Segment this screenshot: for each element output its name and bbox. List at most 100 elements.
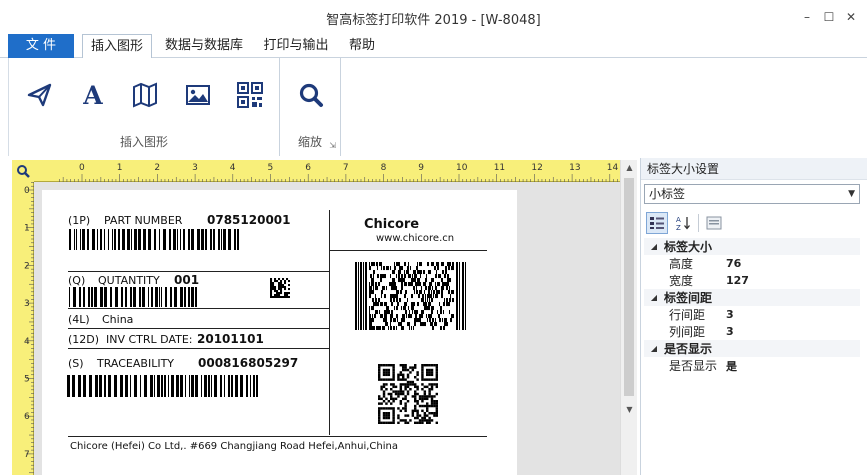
text-icon[interactable]: A <box>76 80 110 110</box>
trace-barcode[interactable] <box>67 375 259 397</box>
ruler-tick-label: 2 <box>24 261 30 271</box>
category-display-name: 是否显示 <box>664 342 713 356</box>
qty-barcode[interactable] <box>69 287 199 307</box>
ruler-tick-label: 9 <box>418 163 424 173</box>
ruler-tick-label: 4 <box>230 163 236 173</box>
property-row[interactable]: 是否显示是 <box>644 357 860 374</box>
zoom-corner-icon[interactable] <box>12 160 34 182</box>
insert-graphics-group: A 插入图形 <box>9 58 280 156</box>
property-row[interactable]: 高度 76 <box>644 255 860 272</box>
collapse-triangle-icon[interactable]: ◢ <box>644 242 664 251</box>
ruler-tick-label: 3 <box>24 299 30 309</box>
categorized-view-icon[interactable] <box>646 212 668 234</box>
ruler-tick-label: 1 <box>24 224 30 234</box>
image-icon[interactable] <box>181 80 215 110</box>
company-url: www.chicore.cn <box>376 233 455 244</box>
ruler-tick-label: 13 <box>569 163 580 173</box>
ruler-tick-label: 7 <box>24 450 30 460</box>
insert-graphics-group-label: 插入图形 <box>119 135 168 149</box>
ruler-tick-label: 4 <box>24 337 30 347</box>
minimize-button[interactable]: – <box>799 10 815 24</box>
ruler-tick-label: 1 <box>117 163 123 173</box>
pn-barcode[interactable] <box>69 229 241 250</box>
window-controls: – ☐ ✕ <box>799 10 859 24</box>
qrcode-icon[interactable] <box>233 80 267 110</box>
ruler-tick-label: 3 <box>192 163 198 173</box>
file-tab[interactable]: 文 件 <box>8 34 74 58</box>
divider-company <box>329 250 487 251</box>
scroll-down-icon[interactable]: ▼ <box>621 402 638 418</box>
divider-vertical <box>329 210 330 435</box>
pn-prefix: (1P) <box>68 214 91 227</box>
send-icon[interactable] <box>23 80 57 110</box>
svg-text:A: A <box>82 82 103 108</box>
divider-row3 <box>68 328 329 329</box>
category-label-size[interactable]: ◢ 标签大小 <box>644 238 860 255</box>
origin-prefix: (4L) <box>68 313 90 326</box>
ruler-tick-label: 8 <box>381 163 387 173</box>
tab-help[interactable]: 帮助 <box>342 34 382 58</box>
tab-insert-graphics[interactable]: 插入图形 <box>82 34 152 59</box>
ruler-tick-label: 11 <box>494 163 505 173</box>
ruler-tick-label: 6 <box>305 163 311 173</box>
collapse-triangle-icon[interactable]: ◢ <box>644 293 664 302</box>
property-value[interactable]: 是 <box>721 358 860 374</box>
ruler-tick-label: 5 <box>268 163 274 173</box>
label-footer: Chicore (Hefei) Co Ltd,. #669 Changjiang… <box>70 441 398 452</box>
origin-value: China <box>102 313 134 326</box>
title-bar: 智高标签打印软件 2019 - [W-8048] – ☐ ✕ <box>0 0 867 34</box>
property-row[interactable]: 行间距 3 <box>644 306 860 323</box>
window-title: 智高标签打印软件 2019 - [W-8048] <box>326 13 541 28</box>
panel-title: 标签大小设置 <box>641 158 867 180</box>
property-row[interactable]: 宽度 127 <box>644 272 860 289</box>
category-display[interactable]: ◢ 是否显示 <box>644 340 860 357</box>
divider-row2 <box>68 308 329 309</box>
qty-prefix: (Q) <box>68 274 86 287</box>
qty-label: QUTANTITY <box>98 274 160 287</box>
label-size-select[interactable]: 小标签 ▼ <box>644 184 860 204</box>
qr-code[interactable] <box>378 364 438 424</box>
property-key: 高度 <box>669 257 694 271</box>
tab-print-output[interactable]: 打印与输出 <box>256 34 336 58</box>
property-value[interactable]: 76 <box>721 257 860 270</box>
label-size-selected: 小标签 <box>649 187 686 201</box>
datamatrix-code[interactable] <box>270 278 290 298</box>
label-sheet[interactable]: (1P) PART NUMBER 0785120001 (Q) QUTANTIT… <box>42 190 517 475</box>
pdf417-barcode[interactable] <box>355 262 468 330</box>
property-key: 行间距 <box>669 308 706 322</box>
ruler-tick-label: 14 <box>607 163 619 173</box>
close-button[interactable]: ✕ <box>843 10 859 24</box>
ruler-tick-label: 0 <box>24 186 30 196</box>
dialog-launcher-icon[interactable]: ⇲ <box>329 141 336 150</box>
divider-row4 <box>68 348 329 349</box>
company-name: Chicore <box>364 217 420 232</box>
category-label-spacing[interactable]: ◢ 标签间距 <box>644 289 860 306</box>
qty-value: 001 <box>174 273 200 287</box>
tab-data-database[interactable]: 数据与数据库 <box>158 34 250 58</box>
date-label: INV CTRL DATE: <box>106 333 193 346</box>
trace-label: TRACEABILITY <box>97 357 175 370</box>
alphabetical-sort-icon[interactable]: AZ <box>672 212 694 234</box>
property-value[interactable]: 127 <box>721 274 860 287</box>
canvas-vertical-scrollbar[interactable]: ▲ ▼ <box>620 160 637 475</box>
ribbon-tabs: 文 件 插入图形 数据与数据库 打印与输出 帮助 <box>0 34 867 59</box>
zoom-icon[interactable] <box>294 80 328 110</box>
property-value[interactable]: 3 <box>721 325 860 338</box>
ruler-tick-label: 6 <box>24 412 30 422</box>
date-prefix: (12D) <box>68 333 100 346</box>
ruler-tick-label: 12 <box>531 163 542 173</box>
maximize-button[interactable]: ☐ <box>821 10 837 24</box>
property-toolbar: AZ <box>644 210 860 236</box>
property-key: 是否显示 <box>669 359 718 373</box>
property-grid: ◢ 标签大小 高度 76 宽度 127 ◢ 标签间距 行间距 3 列间距 3 ◢ 是否显示 是… <box>644 238 860 374</box>
property-pages-icon[interactable] <box>703 212 725 234</box>
scroll-up-icon[interactable]: ▲ <box>621 160 638 176</box>
property-row[interactable]: 列间距 3 <box>644 323 860 340</box>
scroll-thumb[interactable] <box>624 178 634 396</box>
divider-footer <box>68 436 487 437</box>
map-icon[interactable] <box>128 80 162 110</box>
property-key: 宽度 <box>669 274 694 288</box>
category-label-spacing-name: 标签间距 <box>664 291 713 305</box>
collapse-triangle-icon[interactable]: ◢ <box>644 344 664 353</box>
property-value[interactable]: 3 <box>721 308 860 321</box>
